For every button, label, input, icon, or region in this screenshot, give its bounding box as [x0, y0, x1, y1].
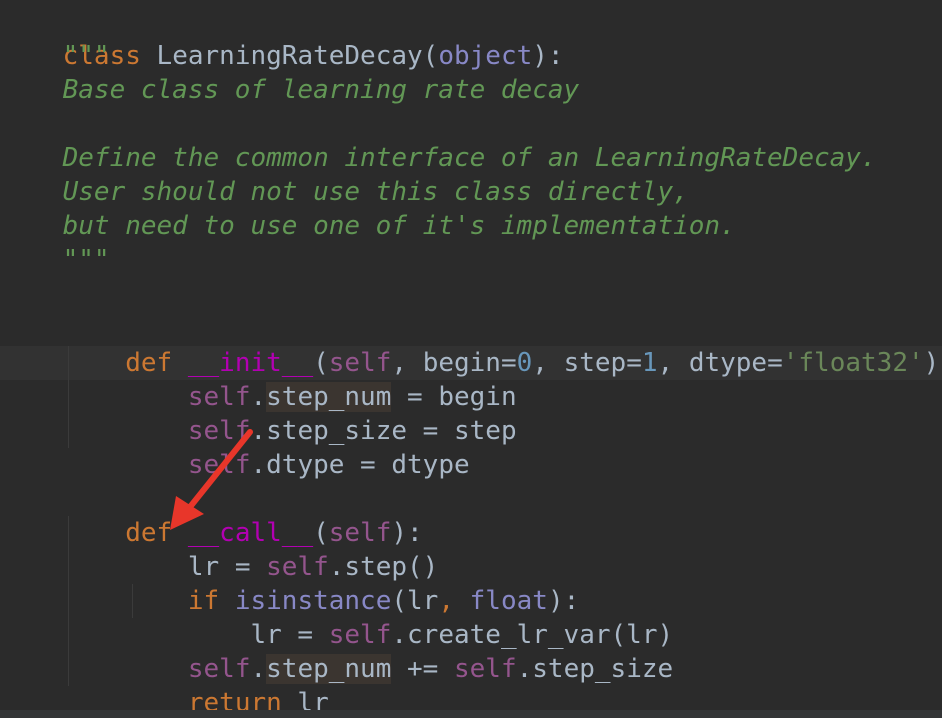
paren-colon: ): — [923, 348, 942, 378]
self-ref: self — [187, 450, 251, 480]
code-line-11[interactable]: self.step_num = begin — [0, 346, 517, 412]
code-line-5[interactable]: Define the common interface of an Learni… — [0, 141, 877, 175]
base-class: object — [438, 41, 533, 71]
assignment: .dtype = dtype — [250, 450, 470, 480]
code-line-8[interactable]: """ — [0, 243, 110, 277]
code-line-7[interactable]: but need to use one of it's implementati… — [0, 209, 736, 243]
code-line-17[interactable]: if isinstance(lr, float): — [0, 550, 579, 616]
attr-step-size: .step_size — [516, 654, 674, 684]
code-line-2[interactable]: """ — [0, 39, 110, 73]
code-line-1[interactable]: class LearningRateDecay(object): — [0, 5, 564, 71]
code-line-13[interactable]: self.dtype = dtype — [0, 414, 470, 480]
param-dtype: , dtype= — [657, 348, 783, 378]
self-ref: self — [454, 654, 517, 684]
code-line-10[interactable]: def __init__(self, begin=0, step=1, dtyp… — [0, 312, 942, 378]
number-literal: 1 — [641, 348, 658, 378]
code-line-16[interactable]: lr = self.step() — [0, 516, 438, 582]
code-line-18[interactable]: lr = self.create_lr_var(lr) — [0, 584, 673, 650]
plus-assign: += — [391, 654, 454, 684]
editor-bottom-edge — [0, 710, 942, 718]
class-name: LearningRateDecay — [140, 41, 423, 71]
code-line-12[interactable]: self.step_size = step — [0, 380, 517, 446]
code-line-6[interactable]: User should not use this class directly, — [0, 175, 689, 209]
paren: ( — [422, 41, 439, 71]
code-line-15[interactable]: def __call__(self): — [0, 482, 422, 548]
string-literal: 'float32' — [782, 348, 924, 378]
code-line-3[interactable]: Base class of learning rate decay — [0, 73, 580, 107]
number-literal: 0 — [516, 348, 533, 378]
code-editor[interactable]: class LearningRateDecay(object): """ Bas… — [0, 0, 942, 718]
code-line-19[interactable]: self.step_num += self.step_size — [0, 618, 673, 684]
code-line-20[interactable]: return lr — [0, 652, 329, 718]
param-step: , step= — [532, 348, 642, 378]
paren-colon: ): — [532, 41, 564, 71]
